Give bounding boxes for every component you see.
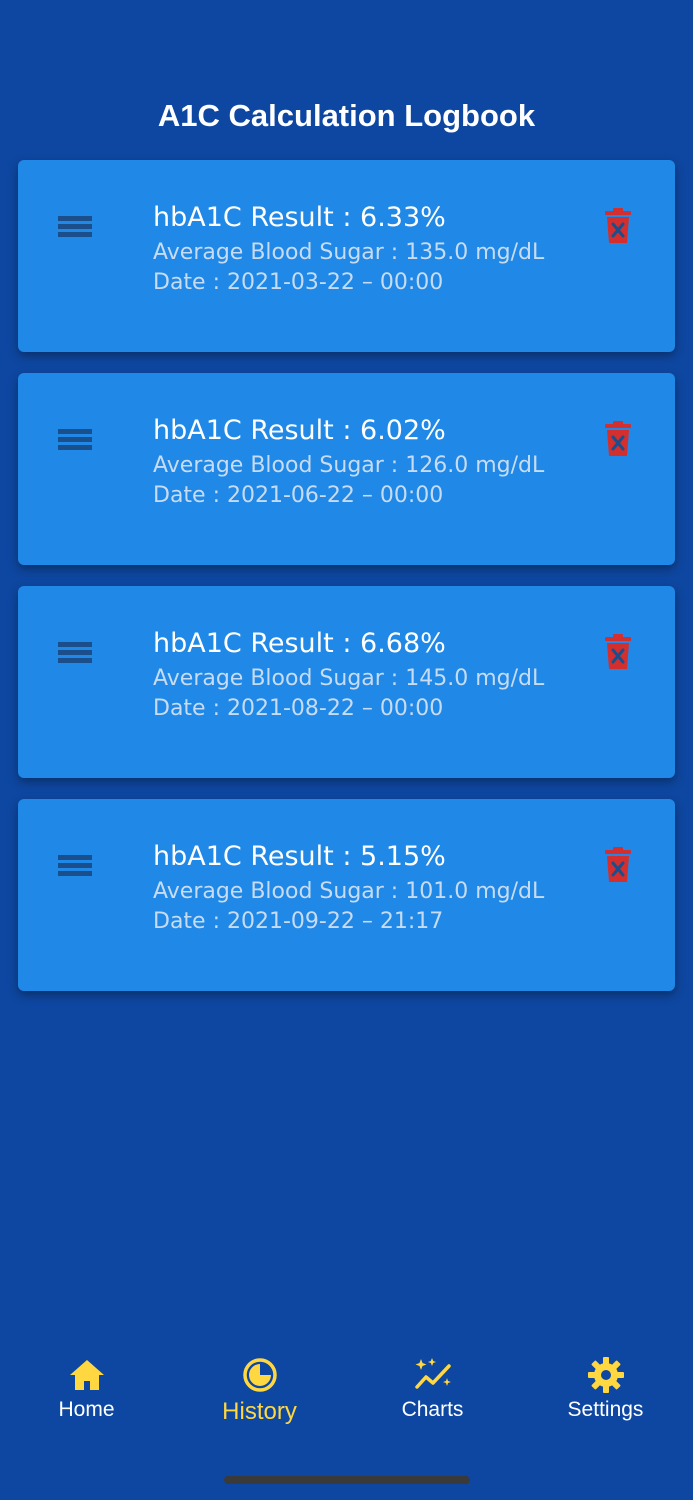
gear-icon — [587, 1357, 624, 1393]
home-indicator[interactable] — [224, 1476, 470, 1484]
entry-date: Date : 2021-06-22 – 00:00 — [153, 483, 444, 508]
drag-handle-icon[interactable] — [58, 855, 92, 879]
delete-icon[interactable] — [604, 208, 632, 244]
log-entry-card[interactable]: hbA1C Result : 6.33% Average Blood Sugar… — [18, 160, 675, 352]
tab-settings-label: Settings — [567, 1398, 644, 1421]
average-blood-sugar: Average Blood Sugar : 101.0 mg/dL — [153, 879, 545, 904]
drag-handle-icon[interactable] — [58, 216, 92, 240]
a1c-result: hbA1C Result : 6.68% — [153, 628, 446, 659]
log-entry-text: hbA1C Result : 6.68% Average Blood Sugar… — [153, 626, 593, 724]
tab-settings[interactable]: Settings — [519, 1350, 692, 1440]
history-icon — [242, 1358, 277, 1392]
drag-handle-icon[interactable] — [58, 642, 92, 666]
tab-home-label: Home — [58, 1398, 115, 1421]
a1c-result: hbA1C Result : 6.02% — [153, 415, 446, 446]
average-blood-sugar: Average Blood Sugar : 135.0 mg/dL — [153, 240, 545, 265]
tab-history[interactable]: History — [173, 1350, 346, 1440]
a1c-result: hbA1C Result : 6.33% — [153, 202, 446, 233]
entry-date: Date : 2021-08-22 – 00:00 — [153, 696, 444, 721]
log-entry-text: hbA1C Result : 6.02% Average Blood Sugar… — [153, 413, 593, 511]
log-entry-card[interactable]: hbA1C Result : 6.68% Average Blood Sugar… — [18, 586, 675, 778]
average-blood-sugar: Average Blood Sugar : 145.0 mg/dL — [153, 666, 545, 691]
tab-charts[interactable]: Charts — [346, 1350, 519, 1440]
log-entry-text: hbA1C Result : 6.33% Average Blood Sugar… — [153, 200, 593, 298]
page-title: A1C Calculation Logbook — [157, 98, 536, 133]
entry-date: Date : 2021-03-22 – 00:00 — [153, 270, 444, 295]
bottom-tab-bar: Home History Charts Settings — [0, 1350, 693, 1440]
log-entry-text: hbA1C Result : 5.15% Average Blood Sugar… — [153, 839, 593, 937]
delete-icon[interactable] — [604, 421, 632, 457]
delete-icon[interactable] — [604, 634, 632, 670]
average-blood-sugar: Average Blood Sugar : 126.0 mg/dL — [153, 453, 545, 478]
a1c-result: hbA1C Result : 5.15% — [153, 841, 446, 872]
entry-date: Date : 2021-09-22 – 21:17 — [153, 909, 444, 934]
delete-icon[interactable] — [604, 847, 632, 883]
charts-icon — [414, 1358, 451, 1389]
tab-home[interactable]: Home — [0, 1350, 173, 1440]
drag-handle-icon[interactable] — [58, 429, 92, 453]
log-entry-card[interactable]: hbA1C Result : 6.02% Average Blood Sugar… — [18, 373, 675, 565]
tab-history-label: History — [222, 1398, 297, 1425]
log-entry-card[interactable]: hbA1C Result : 5.15% Average Blood Sugar… — [18, 799, 675, 991]
home-icon — [69, 1360, 104, 1390]
tab-charts-label: Charts — [401, 1398, 464, 1421]
log-list: hbA1C Result : 6.33% Average Blood Sugar… — [18, 160, 675, 1012]
